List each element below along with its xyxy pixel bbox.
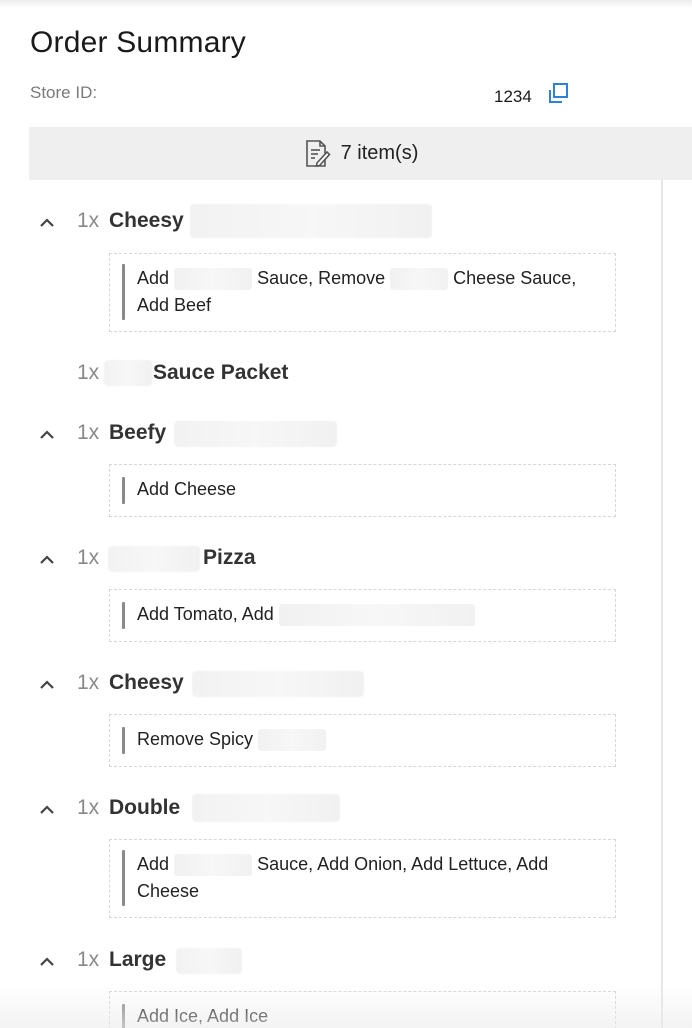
items-count-bar[interactable]: 7 item(s): [29, 127, 692, 180]
order-summary-page: Order Summary Store ID: 1234 7 item(s) 1…: [0, 0, 692, 1028]
redacted-text: [104, 360, 152, 386]
redacted-text: [192, 671, 364, 697]
modifier-text: Add Tomato, Add: [137, 601, 599, 628]
item-name: Cheesy: [109, 209, 184, 232]
item-name: Cheesy: [109, 671, 184, 694]
redacted-text: [258, 729, 327, 752]
item-modifiers: Add Tomato, Add: [109, 589, 616, 642]
item-quantity: 1x: [77, 361, 100, 384]
order-item-3: 1x Beefy: [0, 419, 660, 449]
modifier-text: Remove Spicy: [137, 726, 599, 753]
modifier-bar: [122, 264, 125, 320]
item-modifiers: Remove Spicy: [109, 714, 616, 767]
item-name: Beefy: [109, 421, 167, 444]
redacted-text: [390, 268, 449, 291]
items-count-label: 7 item(s): [340, 142, 419, 164]
modifier-text: Cheese: [137, 881, 200, 901]
item-modifiers: Add Cheese: [109, 464, 616, 517]
modifier-text: Add Sauce, Add Onion, Add Lettuce, Add: [137, 851, 599, 878]
redacted-text: [174, 268, 253, 291]
page-title: Order Summary: [30, 26, 246, 59]
item-modifiers: Add Sauce, Add Onion, Add Lettuce, Add C…: [109, 839, 616, 918]
top-shadow: [0, 0, 692, 8]
chevron-up-icon[interactable]: [38, 802, 56, 816]
redacted-text: [174, 421, 337, 447]
item-modifiers: Add Sauce, Remove Cheese Sauce, Add Beef: [109, 253, 616, 332]
modifier-bar: [122, 1004, 125, 1028]
copy-icon[interactable]: [545, 82, 571, 106]
order-item-6: 1x Double: [0, 794, 660, 824]
item-quantity: 1x: [77, 948, 100, 971]
redacted-text: [192, 794, 340, 822]
order-item-7: 1x Large: [0, 946, 660, 976]
chevron-up-icon[interactable]: [38, 427, 56, 441]
modifier-bar: [122, 477, 125, 504]
redacted-text: [176, 948, 242, 974]
order-item-5: 1x Cheesy: [0, 669, 660, 699]
document-edit-icon: [303, 139, 331, 169]
item-quantity: 1x: [77, 546, 100, 569]
chevron-up-icon[interactable]: [38, 954, 56, 968]
chevron-up-icon[interactable]: [38, 552, 56, 566]
store-id-label: Store ID:: [30, 83, 98, 102]
item-quantity: 1x: [77, 796, 100, 819]
modifier-text: Add Ice, Add Ice: [137, 1006, 269, 1026]
item-quantity: 1x: [77, 209, 100, 232]
redacted-text: [108, 546, 200, 572]
modifier-text: Add Cheese: [137, 479, 237, 499]
order-item-2: 1x Sauce Packet: [0, 359, 660, 389]
chevron-up-icon[interactable]: [38, 215, 56, 229]
chevron-up-icon[interactable]: [38, 677, 56, 691]
modifier-text: Add Beef: [137, 295, 212, 315]
redacted-text: [174, 854, 253, 877]
scrollbar[interactable]: [661, 180, 692, 1028]
store-id-value: 1234: [494, 87, 532, 106]
redacted-text: [190, 204, 432, 238]
modifier-bar: [122, 850, 125, 906]
item-name: Sauce Packet: [153, 361, 289, 384]
item-modifiers: Add Ice, Add Ice: [109, 991, 616, 1028]
modifier-text: Add Sauce, Remove Cheese Sauce,: [137, 265, 599, 292]
modifier-bar: [122, 727, 125, 754]
modifier-bar: [122, 602, 125, 629]
item-name: Large: [109, 948, 167, 971]
order-item-4: 1x Pizza: [0, 544, 660, 574]
order-item-1: 1x Cheesy: [0, 204, 660, 238]
redacted-text: [278, 604, 475, 627]
item-name: Double: [109, 796, 181, 819]
item-quantity: 1x: [77, 671, 100, 694]
item-name: Pizza: [203, 546, 256, 569]
item-quantity: 1x: [77, 421, 100, 444]
